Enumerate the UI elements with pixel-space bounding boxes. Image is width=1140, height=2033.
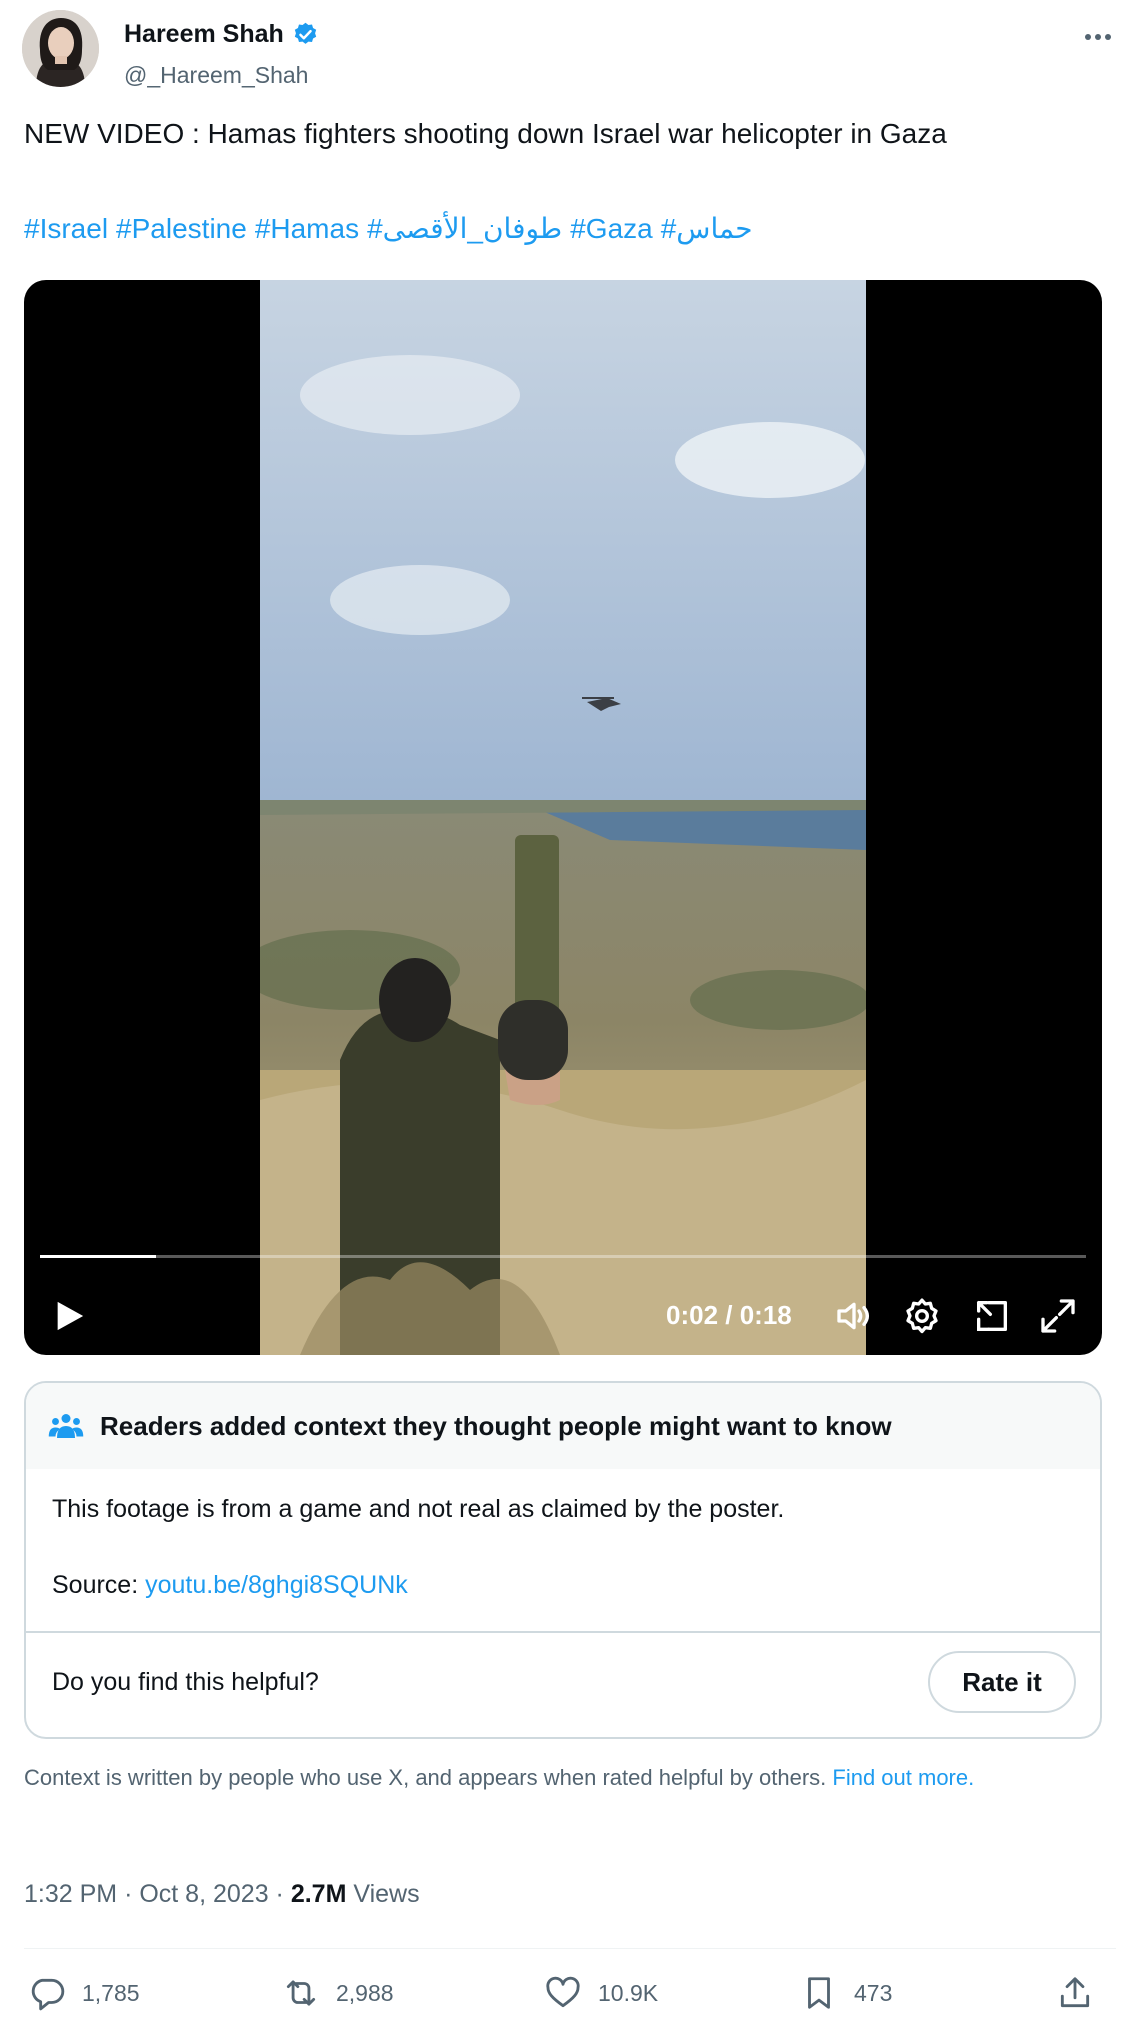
more-icon[interactable] (1078, 22, 1118, 52)
name-row: Hareem Shah (124, 20, 319, 49)
tweet-time[interactable]: 1:32 PM (24, 1880, 117, 1908)
bookmark-count: 473 (854, 1979, 893, 2006)
hashtag-link[interactable]: #حماس (661, 213, 753, 244)
repost-icon (286, 1980, 316, 2006)
progress-fill (40, 1255, 157, 1258)
hashtag-link[interactable]: #Israel (24, 213, 108, 244)
share-button[interactable] (1056, 1968, 1094, 2018)
avatar-image (22, 10, 99, 87)
repost-count: 2,988 (336, 1979, 394, 2006)
video-scene (260, 280, 866, 1355)
tweet-header: Hareem Shah @_Hareem_Shah (22, 10, 1118, 90)
context-footer-text: Context is written by people who use X, … (24, 1765, 827, 1790)
tweet-date[interactable]: Oct 8, 2023 (139, 1880, 268, 1908)
divider (24, 1948, 1116, 1949)
source-label: Source: (52, 1571, 139, 1599)
meta-separator: · (124, 1880, 133, 1908)
community-note-body: This footage is from a game and not real… (52, 1495, 785, 1523)
share-icon (1060, 1977, 1090, 2008)
hashtag-link[interactable]: #Palestine (116, 213, 247, 244)
volume-icon[interactable] (834, 1296, 874, 1336)
settings-icon[interactable] (902, 1296, 942, 1336)
community-notes-icon (48, 1414, 84, 1438)
verified-badge-icon (294, 22, 316, 44)
action-bar: 1,785 2,988 10.9K 473 (24, 1968, 1102, 2018)
display-name[interactable]: Hareem Shah (124, 20, 284, 49)
hashtags: #Israel #Palestine #Hamas #طوفان_الأقصى #Gaz… (24, 212, 761, 245)
bookmark-button[interactable]: 473 (800, 1968, 892, 2018)
views-count: 2.7M (290, 1880, 347, 1908)
video-time: 0:02 / 0:18 (666, 1300, 792, 1330)
pip-icon[interactable] (972, 1296, 1012, 1336)
like-icon (546, 1976, 580, 2008)
source-link[interactable]: youtu.be/8ghgi8SQUNk (145, 1571, 408, 1599)
reply-icon (31, 1978, 65, 2011)
avatar[interactable] (22, 10, 99, 87)
context-footer: Context is written by people who use X, … (24, 1763, 1094, 1793)
helpful-question: Do you find this helpful? (52, 1668, 319, 1696)
hashtag-link[interactable]: #Hamas (255, 213, 359, 244)
tweet-text: NEW VIDEO : Hamas fighters shooting down… (24, 118, 947, 149)
hashtag-link[interactable]: #طوفان_الأقصى (367, 213, 562, 244)
find-out-more-link[interactable]: Find out more. (832, 1765, 974, 1790)
tweet-meta: 1:32 PM · Oct 8, 2023 · 2.7M Views (24, 1880, 420, 1909)
bookmark-icon (808, 1977, 830, 2009)
community-note: Readers added context they thought peopl… (24, 1381, 1102, 1739)
fullscreen-icon[interactable] (1038, 1296, 1078, 1336)
rate-it-button[interactable]: Rate it (928, 1651, 1076, 1713)
like-button[interactable]: 10.9K (544, 1968, 658, 2018)
video-frame (260, 280, 866, 1355)
meta-separator: · (275, 1880, 284, 1908)
play-icon[interactable] (52, 1298, 86, 1334)
progress-bar[interactable] (40, 1255, 1086, 1258)
community-note-header: Readers added context they thought peopl… (26, 1383, 1100, 1469)
like-count: 10.9K (598, 1979, 659, 2006)
note-divider (26, 1631, 1100, 1633)
views-label: Views (353, 1880, 420, 1908)
hashtag-link[interactable]: #Gaza (570, 213, 653, 244)
community-note-title: Readers added context they thought peopl… (100, 1410, 892, 1441)
reply-count: 1,785 (82, 1979, 140, 2006)
handle[interactable]: @_Hareem_Shah (124, 62, 308, 89)
repost-button[interactable]: 2,988 (282, 1968, 394, 2018)
community-note-source: Source: youtu.be/8ghgi8SQUNk (52, 1571, 408, 1600)
video-player[interactable]: 0:02 / 0:18 (24, 280, 1102, 1355)
reply-button[interactable]: 1,785 (28, 1968, 140, 2018)
